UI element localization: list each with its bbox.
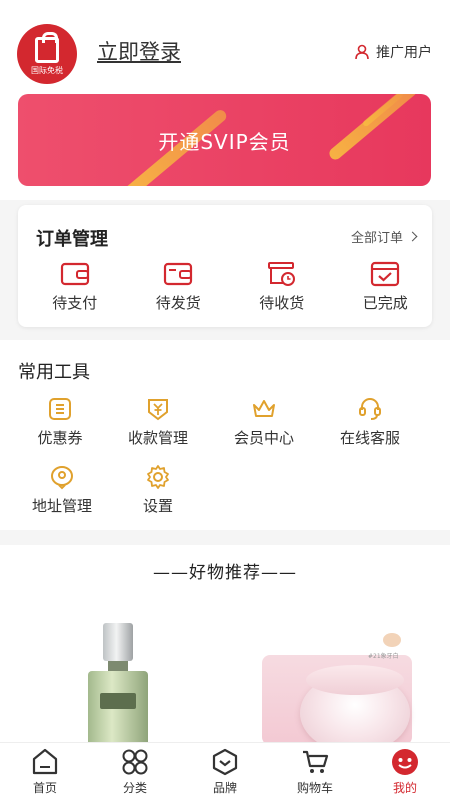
recommend-section: ——好物推荐—— #21象牙白 xyxy=(0,545,450,745)
crown-icon xyxy=(253,400,275,417)
wallet-send-icon xyxy=(164,262,193,286)
grid-icon xyxy=(122,749,148,775)
tool-label: 设置 xyxy=(142,497,173,515)
wallet-icon xyxy=(60,262,89,286)
tool-online-service[interactable]: 在线客服 xyxy=(320,396,420,448)
banner-stripe xyxy=(361,94,405,128)
order-completed[interactable]: 已完成 xyxy=(339,261,433,313)
tab-cart[interactable]: 购物车 xyxy=(270,743,360,800)
home-icon xyxy=(32,748,58,775)
user-icon xyxy=(355,44,369,60)
gear-icon xyxy=(147,465,169,489)
tool-label: 优惠券 xyxy=(37,429,83,447)
product-perfume-image[interactable] xyxy=(88,623,148,745)
tab-label: 我的 xyxy=(392,781,417,795)
tab-home[interactable]: 首页 xyxy=(0,743,90,800)
app-logo: 国际免税 xyxy=(17,24,77,84)
chevron-right-icon xyxy=(407,231,418,242)
tab-mine[interactable]: 我的 xyxy=(360,743,450,800)
cart-icon xyxy=(303,750,329,773)
bottom-tab-bar: 首页 分类 品牌 购物车 我的 xyxy=(0,742,450,800)
tool-address-management[interactable]: 地址管理 xyxy=(12,464,112,516)
all-orders-label: 全部订单 xyxy=(350,231,403,246)
check-box-icon xyxy=(371,261,400,287)
order-label: 已完成 xyxy=(362,294,408,312)
yen-icon xyxy=(148,399,168,421)
common-tools-section: 常用工具 优惠券 收款管理 会员中心 在线客服 地址管理 设置 xyxy=(0,340,450,530)
order-pending-receipt[interactable]: 待收货 xyxy=(235,261,329,313)
tab-brand[interactable]: 品牌 xyxy=(180,743,270,800)
order-label: 待收货 xyxy=(259,294,305,312)
brand-icon xyxy=(212,748,238,776)
tool-label: 地址管理 xyxy=(31,497,92,515)
svip-banner-label: 开通SVIP会员 xyxy=(158,129,291,154)
location-pin-icon xyxy=(51,466,73,490)
truck-clock-icon xyxy=(267,262,295,286)
profile-header: 国际免税 立即登录 推广用户 开通SVIP会员 xyxy=(0,0,450,200)
promote-user-button[interactable]: 推广用户 xyxy=(354,42,432,62)
tool-label: 在线客服 xyxy=(339,429,400,447)
tab-label: 购物车 xyxy=(296,781,333,795)
login-link[interactable]: 立即登录 xyxy=(97,36,181,66)
recommend-title: ——好物推荐—— xyxy=(153,563,297,583)
shopping-bag-icon xyxy=(35,31,59,63)
banner-stripe xyxy=(327,94,419,162)
tab-label: 分类 xyxy=(122,781,147,795)
tool-payment-management[interactable]: 收款管理 xyxy=(108,396,208,448)
tool-label: 会员中心 xyxy=(233,429,294,447)
order-pending-shipment[interactable]: 待发货 xyxy=(132,261,226,313)
order-label: 待发货 xyxy=(155,294,201,312)
coupon-icon xyxy=(49,398,71,420)
tool-label: 收款管理 xyxy=(127,429,188,447)
tool-coupon[interactable]: 优惠券 xyxy=(10,396,110,448)
tools-title: 常用工具 xyxy=(18,362,90,383)
svip-banner[interactable]: 开通SVIP会员 xyxy=(18,94,431,186)
tab-category[interactable]: 分类 xyxy=(90,743,180,800)
order-pending-payment[interactable]: 待支付 xyxy=(28,261,122,313)
profile-icon xyxy=(392,749,418,775)
order-management-card: 订单管理 全部订单 待支付 待发货 待收货 已完成 xyxy=(18,205,432,327)
shade-label: #21象牙白 xyxy=(368,653,399,660)
tool-member-center[interactable]: 会员中心 xyxy=(214,396,314,448)
headset-icon xyxy=(359,398,381,420)
order-title: 订单管理 xyxy=(36,229,108,250)
tab-label: 品牌 xyxy=(212,781,237,795)
logo-text: 国际免税 xyxy=(31,65,63,75)
all-orders-link[interactable]: 全部订单 xyxy=(350,227,418,246)
tab-label: 首页 xyxy=(32,781,57,795)
shade-swatch xyxy=(383,633,401,647)
order-label: 待支付 xyxy=(52,294,98,312)
cushion-lid xyxy=(306,665,404,695)
promote-label: 推广用户 xyxy=(376,45,432,61)
tool-settings[interactable]: 设置 xyxy=(108,464,208,516)
